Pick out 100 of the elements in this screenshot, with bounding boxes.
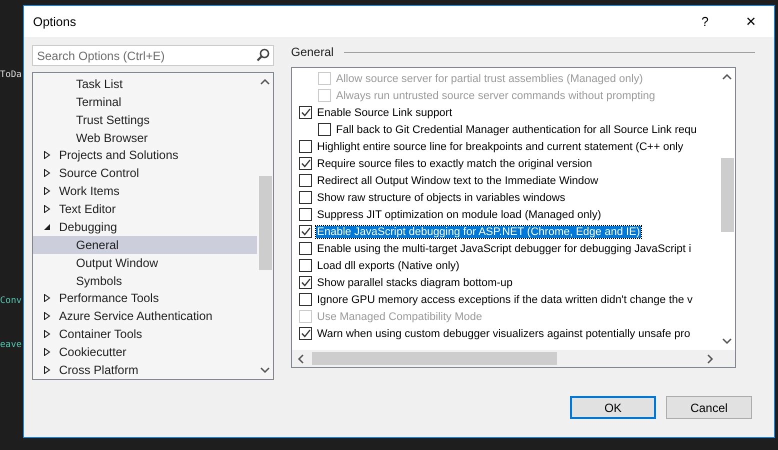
code-text: Conv — [0, 295, 22, 308]
help-button[interactable]: ? — [682, 6, 728, 37]
check-icon — [300, 329, 310, 338]
tree-label: Source Control — [59, 166, 140, 180]
collapsed-icon[interactable] — [43, 187, 51, 196]
section-title: General — [291, 45, 334, 59]
checkbox[interactable] — [299, 208, 312, 221]
collapsed-icon[interactable] — [43, 312, 51, 320]
window-title: Options — [33, 14, 78, 28]
tree-label: Terminal — [76, 94, 122, 109]
close-button[interactable]: ✕ — [728, 6, 774, 37]
tree-label: Work Items — [59, 184, 120, 198]
tree-label: Azure Service Authentication — [59, 309, 212, 324]
expanded-icon[interactable] — [43, 222, 51, 231]
tree-item[interactable]: Debugging — [33, 218, 257, 236]
check-icon — [300, 278, 310, 287]
checkbox[interactable] — [299, 157, 312, 170]
scroll-down-icon[interactable] — [722, 336, 732, 346]
tree-label: Cookiecutter — [59, 345, 126, 360]
option-label: Ignore GPU memory access exceptions if the data written didn't change the v — [316, 294, 694, 306]
option-label: Enable JavaScript debugging for ASP.NET (Chrome, Edge and IE) — [316, 226, 642, 238]
checkbox[interactable] — [299, 276, 312, 289]
option-label: Warn when using custom debugger visualizers against potentially unsafe pro — [316, 328, 692, 340]
option-label: Use Managed Compatibility Mode — [316, 310, 484, 322]
tree-item[interactable]: Text Editor — [33, 200, 257, 218]
checkbox[interactable] — [299, 191, 312, 204]
collapsed-icon[interactable] — [43, 294, 51, 302]
tree-item[interactable]: Symbols — [33, 272, 257, 290]
scroll-thumb[interactable] — [258, 176, 272, 270]
option-label: Enable using the multi-target JavaScript debugger for debugging JavaScript i — [316, 242, 692, 254]
tree-item[interactable]: Container Tools — [33, 325, 257, 344]
tree-label: Container Tools — [59, 327, 142, 342]
tree-item[interactable]: Task List — [33, 75, 257, 93]
tree-item[interactable]: Azure Service Authentication — [33, 307, 257, 326]
scroll-up-icon[interactable] — [260, 77, 270, 87]
scroll-thumb[interactable] — [312, 352, 557, 365]
option-label: Allow source server for partial trust assemblies (Managed only) — [335, 72, 644, 84]
option-label: Suppress JIT optimization on module load (Managed only) — [316, 208, 602, 220]
checkbox[interactable] — [299, 225, 312, 238]
tree-item[interactable]: Projects and Solutions — [33, 146, 257, 164]
scroll-thumb[interactable] — [720, 158, 734, 232]
tree-label: Web Browser — [76, 130, 148, 145]
checkbox[interactable] — [299, 174, 312, 187]
tree-item[interactable]: Performance Tools — [33, 290, 257, 308]
tree-item[interactable]: General — [33, 236, 257, 254]
check-icon — [300, 159, 310, 168]
checkbox[interactable] — [299, 259, 312, 272]
check-icon — [300, 108, 310, 117]
collapsed-icon[interactable] — [43, 366, 51, 374]
checkbox[interactable] — [318, 123, 331, 136]
collapsed-icon[interactable] — [43, 205, 51, 214]
option-label: Always run untrusted source server commands without prompting — [335, 90, 656, 102]
scrollbar[interactable] — [292, 350, 719, 367]
collapsed-icon[interactable] — [43, 330, 51, 338]
tree-label: Debugging — [59, 220, 118, 234]
tree-label: General — [76, 238, 119, 252]
collapsed-icon[interactable] — [43, 151, 51, 160]
scroll-up-icon[interactable] — [722, 72, 732, 82]
tree-item[interactable]: Terminal — [33, 92, 257, 111]
scroll-down-icon[interactable] — [260, 365, 270, 375]
tree-label: Trust Settings — [76, 112, 150, 127]
tree-label: Performance Tools — [59, 291, 159, 306]
tree-item[interactable]: Output Window — [33, 254, 257, 272]
tree-label: Symbols — [76, 274, 122, 288]
tree-item[interactable]: Cross Platform — [33, 361, 257, 379]
option-label: Highlight entire source line for breakpoints and current statement (C++ only — [316, 140, 684, 152]
option-label: Show raw structure of objects in variables windows — [316, 192, 566, 204]
search-field[interactable]: Search Options (Ctrl+E) — [32, 45, 274, 66]
option-label: Enable Source Link support — [316, 106, 454, 118]
checkbox[interactable] — [299, 140, 312, 153]
tree-item[interactable]: Work Items — [33, 182, 257, 200]
collapsed-icon[interactable] — [43, 169, 51, 178]
tree-label: Text Editor — [59, 202, 116, 216]
checkbox[interactable] — [299, 293, 312, 306]
check-icon — [300, 227, 310, 236]
tree-label: Cross Platform — [59, 362, 138, 377]
checkbox[interactable] — [299, 327, 312, 340]
option-label: Require source files to exactly match the original version — [316, 158, 594, 170]
option-label: Show parallel stacks diagram bottom-up — [316, 276, 514, 288]
search-icon — [256, 48, 270, 62]
tree-label: Output Window — [76, 256, 158, 270]
tree-label: Projects and Solutions — [59, 148, 178, 162]
checkbox[interactable] — [299, 242, 312, 255]
collapsed-icon[interactable] — [43, 348, 51, 356]
option-label: Load dll exports (Native only) — [316, 260, 460, 272]
option-label: Fall back to Git Credential Manager authentication for all Source Link requ — [335, 124, 698, 136]
option-label: Redirect all Output Window text to the Immediate Window — [316, 174, 600, 186]
tree-item[interactable]: Web Browser — [33, 128, 257, 146]
checkbox[interactable] — [299, 106, 312, 119]
dialog-button[interactable]: OK — [570, 396, 656, 419]
code-text: eave — [0, 339, 22, 352]
code-text: ToDa — [0, 69, 22, 82]
tree-label: Task List — [76, 76, 123, 91]
tree-item[interactable]: Source Control — [33, 164, 257, 182]
scroll-left-icon[interactable] — [296, 354, 306, 364]
tree-item[interactable]: Trust Settings — [33, 110, 257, 129]
dialog-button[interactable]: Cancel — [666, 396, 752, 419]
scroll-right-icon[interactable] — [705, 354, 715, 364]
tree-item[interactable]: Cookiecutter — [33, 343, 257, 361]
scrollbar-corner — [719, 350, 735, 367]
